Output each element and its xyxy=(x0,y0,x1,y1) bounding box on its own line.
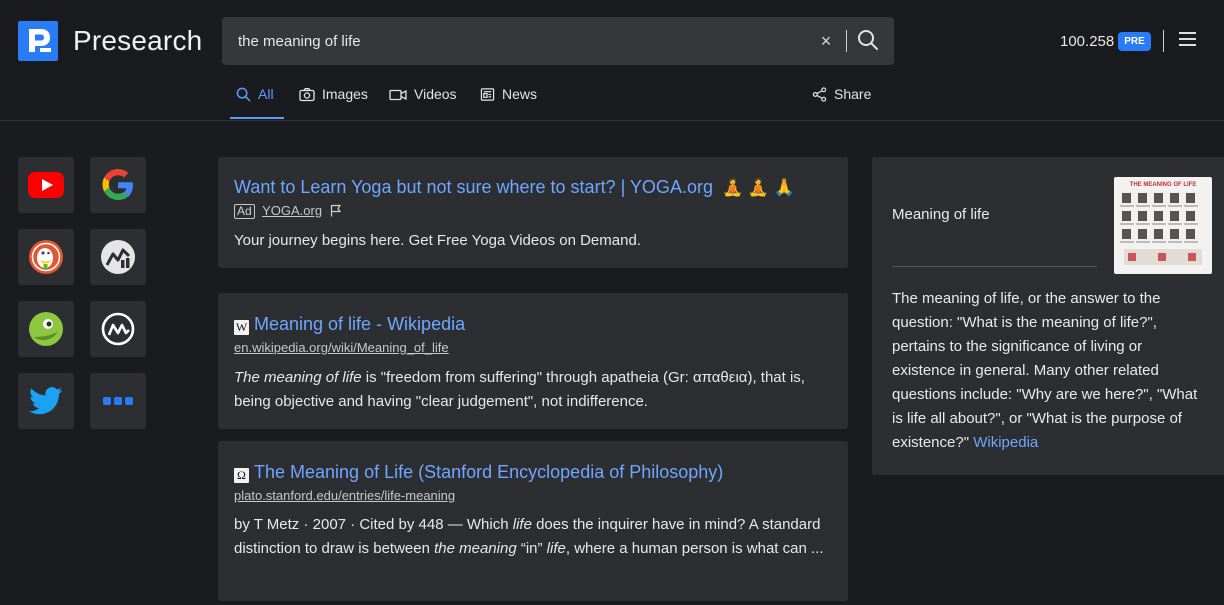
knowledge-panel-image[interactable]: THE MEANING OF LIFE xyxy=(1114,177,1212,274)
result-description: The meaning of life is "freedom from suf… xyxy=(234,366,834,414)
duckduckgo-icon xyxy=(29,240,63,274)
engine-twitter[interactable] xyxy=(18,373,74,429)
header: Presearch × 100.258 PRE All Images Video… xyxy=(0,0,1224,121)
hamburger-icon xyxy=(1179,32,1199,46)
more-dots-icon xyxy=(103,397,133,405)
active-tab-indicator xyxy=(230,117,284,119)
engine-coinmarketcap[interactable] xyxy=(90,301,146,357)
desc-part: , where a human person is what can ... xyxy=(565,540,824,557)
tab-videos[interactable]: Videos xyxy=(389,80,457,120)
tab-label: Images xyxy=(322,86,368,102)
engine-coingecko[interactable] xyxy=(18,301,74,357)
ad-badge: Ad xyxy=(234,204,255,219)
newspaper-icon xyxy=(480,88,495,101)
desc-part: the meaning xyxy=(434,540,517,557)
token-balance: 100.258 xyxy=(1060,33,1115,50)
result-card: Ω The Meaning of Life (Stanford Encyclope… xyxy=(218,441,848,601)
knowledge-panel-title: Meaning of life xyxy=(892,206,990,223)
token-badge: PRE xyxy=(1118,32,1151,51)
coinmarketcap-icon xyxy=(101,312,135,346)
google-icon xyxy=(102,169,133,200)
youtube-icon xyxy=(28,172,64,198)
twitter-icon xyxy=(29,387,63,415)
result-url[interactable]: plato.stanford.edu/entries/life-meaning xyxy=(234,488,455,503)
search-bar: × xyxy=(222,17,894,65)
share-button[interactable]: Share xyxy=(812,80,871,120)
tab-label: Videos xyxy=(414,86,457,102)
desc-part: life xyxy=(546,540,566,557)
result-title-link[interactable]: Want to Learn Yoga but not sure where to… xyxy=(234,177,795,198)
flag-icon[interactable] xyxy=(330,204,342,217)
video-icon xyxy=(389,89,407,101)
result-url[interactable]: YOGA.org xyxy=(262,203,322,218)
share-label: Share xyxy=(834,86,872,102)
ad-url-row: Ad YOGA.org xyxy=(234,203,342,219)
header-divider xyxy=(1163,30,1164,52)
result-title-link[interactable]: W Meaning of life - Wikipedia xyxy=(234,314,465,335)
knowledge-panel-summary: The meaning of life, or the answer to th… xyxy=(892,290,1198,451)
share-icon xyxy=(812,87,827,102)
yoga-emoji: 🧘 🧘 🙏 xyxy=(721,178,795,197)
search-divider xyxy=(846,30,847,52)
desc-part: “in” xyxy=(516,540,547,557)
engine-youtube[interactable] xyxy=(18,157,74,213)
infographic-illustration xyxy=(1120,193,1202,265)
clear-search-button[interactable]: × xyxy=(816,30,836,52)
result-card: W Meaning of life - Wikipedia en.wikipedi… xyxy=(218,293,848,429)
gecko-icon xyxy=(29,312,63,346)
engine-more[interactable] xyxy=(90,373,146,429)
engine-duckduckgo[interactable] xyxy=(18,229,74,285)
tab-label: All xyxy=(258,86,274,102)
wikipedia-source-link[interactable]: Wikipedia xyxy=(973,434,1038,451)
presearch-logo[interactable]: Presearch xyxy=(18,21,202,61)
result-title: The Meaning of Life (Stanford Encycloped… xyxy=(254,462,724,482)
menu-button[interactable] xyxy=(1179,32,1199,50)
engine-analytics[interactable] xyxy=(90,229,146,285)
tab-news[interactable]: News xyxy=(480,80,537,120)
stanford-sep-icon: Ω xyxy=(234,468,249,483)
result-title-link[interactable]: Ω The Meaning of Life (Stanford Encyclope… xyxy=(234,462,723,483)
search-icon xyxy=(858,30,878,50)
result-title: Want to Learn Yoga but not sure where to… xyxy=(234,177,713,197)
search-icon xyxy=(236,87,251,102)
tab-all[interactable]: All xyxy=(236,80,274,120)
result-url[interactable]: en.wikipedia.org/wiki/Meaning_of_life xyxy=(234,340,449,355)
tab-label: News xyxy=(502,86,538,102)
knowledge-panel-text: The meaning of life, or the answer to th… xyxy=(892,287,1207,455)
desc-part: The meaning of life xyxy=(234,369,362,386)
result-title: Meaning of life - Wikipedia xyxy=(254,314,466,334)
engine-google[interactable] xyxy=(90,157,146,213)
chart-coin-icon xyxy=(101,240,135,274)
result-description: Your journey begins here. Get Free Yoga … xyxy=(234,232,641,249)
wikipedia-icon: W xyxy=(234,320,249,335)
brand-name: Presearch xyxy=(73,25,203,56)
search-button[interactable] xyxy=(856,28,882,54)
desc-part: by T Metz · 2007 · Cited by 448 — Which xyxy=(234,516,513,533)
result-description: by T Metz · 2007 · Cited by 448 — Which … xyxy=(234,513,834,561)
desc-part: life xyxy=(512,516,532,533)
knowledge-panel: Meaning of life THE MEANING OF LIFE The … xyxy=(872,157,1224,475)
tab-images[interactable]: Images xyxy=(299,80,368,120)
ad-result-card: Want to Learn Yoga but not sure where to… xyxy=(218,157,848,268)
camera-icon xyxy=(299,88,315,102)
search-input[interactable] xyxy=(238,17,798,65)
presearch-logo-icon xyxy=(18,21,58,61)
divider xyxy=(892,266,1097,267)
